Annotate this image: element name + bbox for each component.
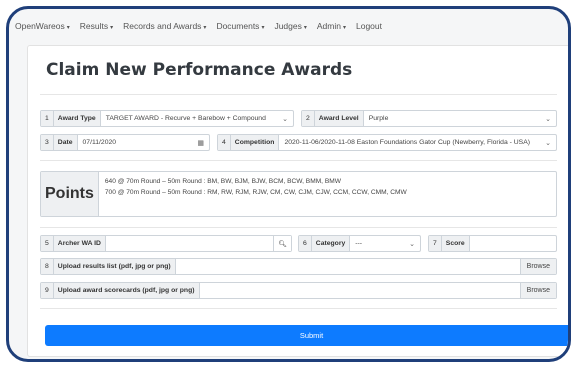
divider (40, 227, 557, 228)
divider (40, 94, 557, 95)
page-title: Claim New Performance Awards (46, 60, 353, 80)
date-label: Date (53, 135, 78, 150)
caret-down-icon: ▾ (203, 25, 207, 31)
field-number: 5 (41, 236, 54, 251)
award-type-select[interactable]: 1 Award Type TARGET AWARD - Recurve + Ba… (40, 110, 294, 127)
calendar-icon[interactable]: ▦ (194, 139, 204, 147)
submit-button[interactable]: Submit (45, 325, 568, 346)
award-type-value: TARGET AWARD - Recurve + Barebow + Compo… (105, 115, 266, 122)
award-level-value: Purple (368, 115, 389, 122)
field-number: 8 (41, 259, 54, 274)
points-line: 640 @ 70m Round – 50m Round : BM, BW, BJ… (104, 178, 341, 185)
upload-scorecards-label: Upload award scorecards (pdf, jpg or png… (53, 283, 200, 298)
search-icon[interactable]: 🔍︎ (273, 236, 291, 251)
points-label: Points (41, 172, 99, 216)
competition-label: Competition (230, 135, 280, 150)
chevron-down-icon: ⌄ (545, 139, 551, 147)
nav-records-awards[interactable]: Records and Awards ▾ (121, 21, 208, 31)
archer-id-input[interactable]: 5 Archer WA ID 🔍︎ (40, 235, 292, 252)
nav-openwareos[interactable]: OpenWareos ▾ (13, 21, 72, 31)
upload-results-input[interactable]: 8 Upload results list (pdf, jpg or png) … (40, 258, 557, 275)
date-input[interactable]: 3 Date 07/11/2020 ▦ (40, 134, 210, 151)
points-textarea[interactable]: Points 640 @ 70m Round – 50m Round : BM,… (40, 171, 557, 217)
navbar: OpenWareos ▾ Results ▾ Records and Awards ▾… (9, 9, 568, 43)
score-label: Score (441, 236, 470, 251)
category-value: --- (355, 240, 363, 247)
score-input[interactable]: 7 Score (428, 235, 557, 252)
award-level-label: Award Level (314, 111, 364, 126)
award-type-label: Award Type (53, 111, 101, 126)
award-level-select[interactable]: 2 Award Level Purple ⌄ (301, 110, 557, 127)
upload-scorecards-input[interactable]: 9 Upload award scorecards (pdf, jpg or p… (40, 282, 557, 299)
caret-down-icon: ▾ (342, 25, 346, 31)
screenshot-frame: OpenWareos ▾ Results ▾ Records and Awards ▾… (6, 6, 571, 362)
caret-down-icon: ▾ (110, 25, 114, 31)
field-number: 2 (302, 111, 315, 126)
award-form-card: Claim New Performance Awards 1 Award Typ… (27, 45, 568, 357)
competition-select[interactable]: 4 Competition 2020-11-06/2020-11-08 East… (217, 134, 557, 151)
chevron-down-icon: ⌄ (409, 240, 415, 248)
field-number: 4 (218, 135, 231, 150)
category-label: Category (311, 236, 351, 251)
date-value: 07/11/2020 (82, 139, 117, 146)
nav-documents[interactable]: Documents ▾ (214, 21, 266, 31)
chevron-down-icon: ⌄ (282, 115, 288, 123)
browse-button[interactable]: Browse (519, 283, 556, 298)
nav-admin[interactable]: Admin ▾ (315, 21, 348, 31)
archer-id-label: Archer WA ID (53, 236, 106, 251)
caret-down-icon: ▾ (303, 25, 307, 31)
nav-judges[interactable]: Judges ▾ (272, 21, 308, 31)
upload-results-label: Upload results list (pdf, jpg or png) (53, 259, 176, 274)
divider (40, 308, 557, 309)
field-number: 3 (41, 135, 54, 150)
field-number: 1 (41, 111, 54, 126)
divider (40, 160, 557, 161)
field-number: 7 (429, 236, 442, 251)
nav-results[interactable]: Results ▾ (78, 21, 115, 31)
points-line: 700 @ 70m Round – 50m Round : RM, RW, RJ… (104, 189, 407, 196)
field-number: 6 (299, 236, 312, 251)
caret-down-icon: ▾ (66, 25, 70, 31)
caret-down-icon: ▾ (261, 25, 265, 31)
points-text: 640 @ 70m Round – 50m Round : BM, BW, BJ… (99, 172, 413, 216)
nav-logout[interactable]: Logout (354, 21, 384, 31)
field-number: 9 (41, 283, 54, 298)
category-select[interactable]: 6 Category --- ⌄ (298, 235, 421, 252)
competition-value: 2020-11-06/2020-11-08 Easton Foundations… (284, 139, 531, 146)
browse-button[interactable]: Browse (519, 259, 556, 274)
chevron-down-icon: ⌄ (545, 115, 551, 123)
